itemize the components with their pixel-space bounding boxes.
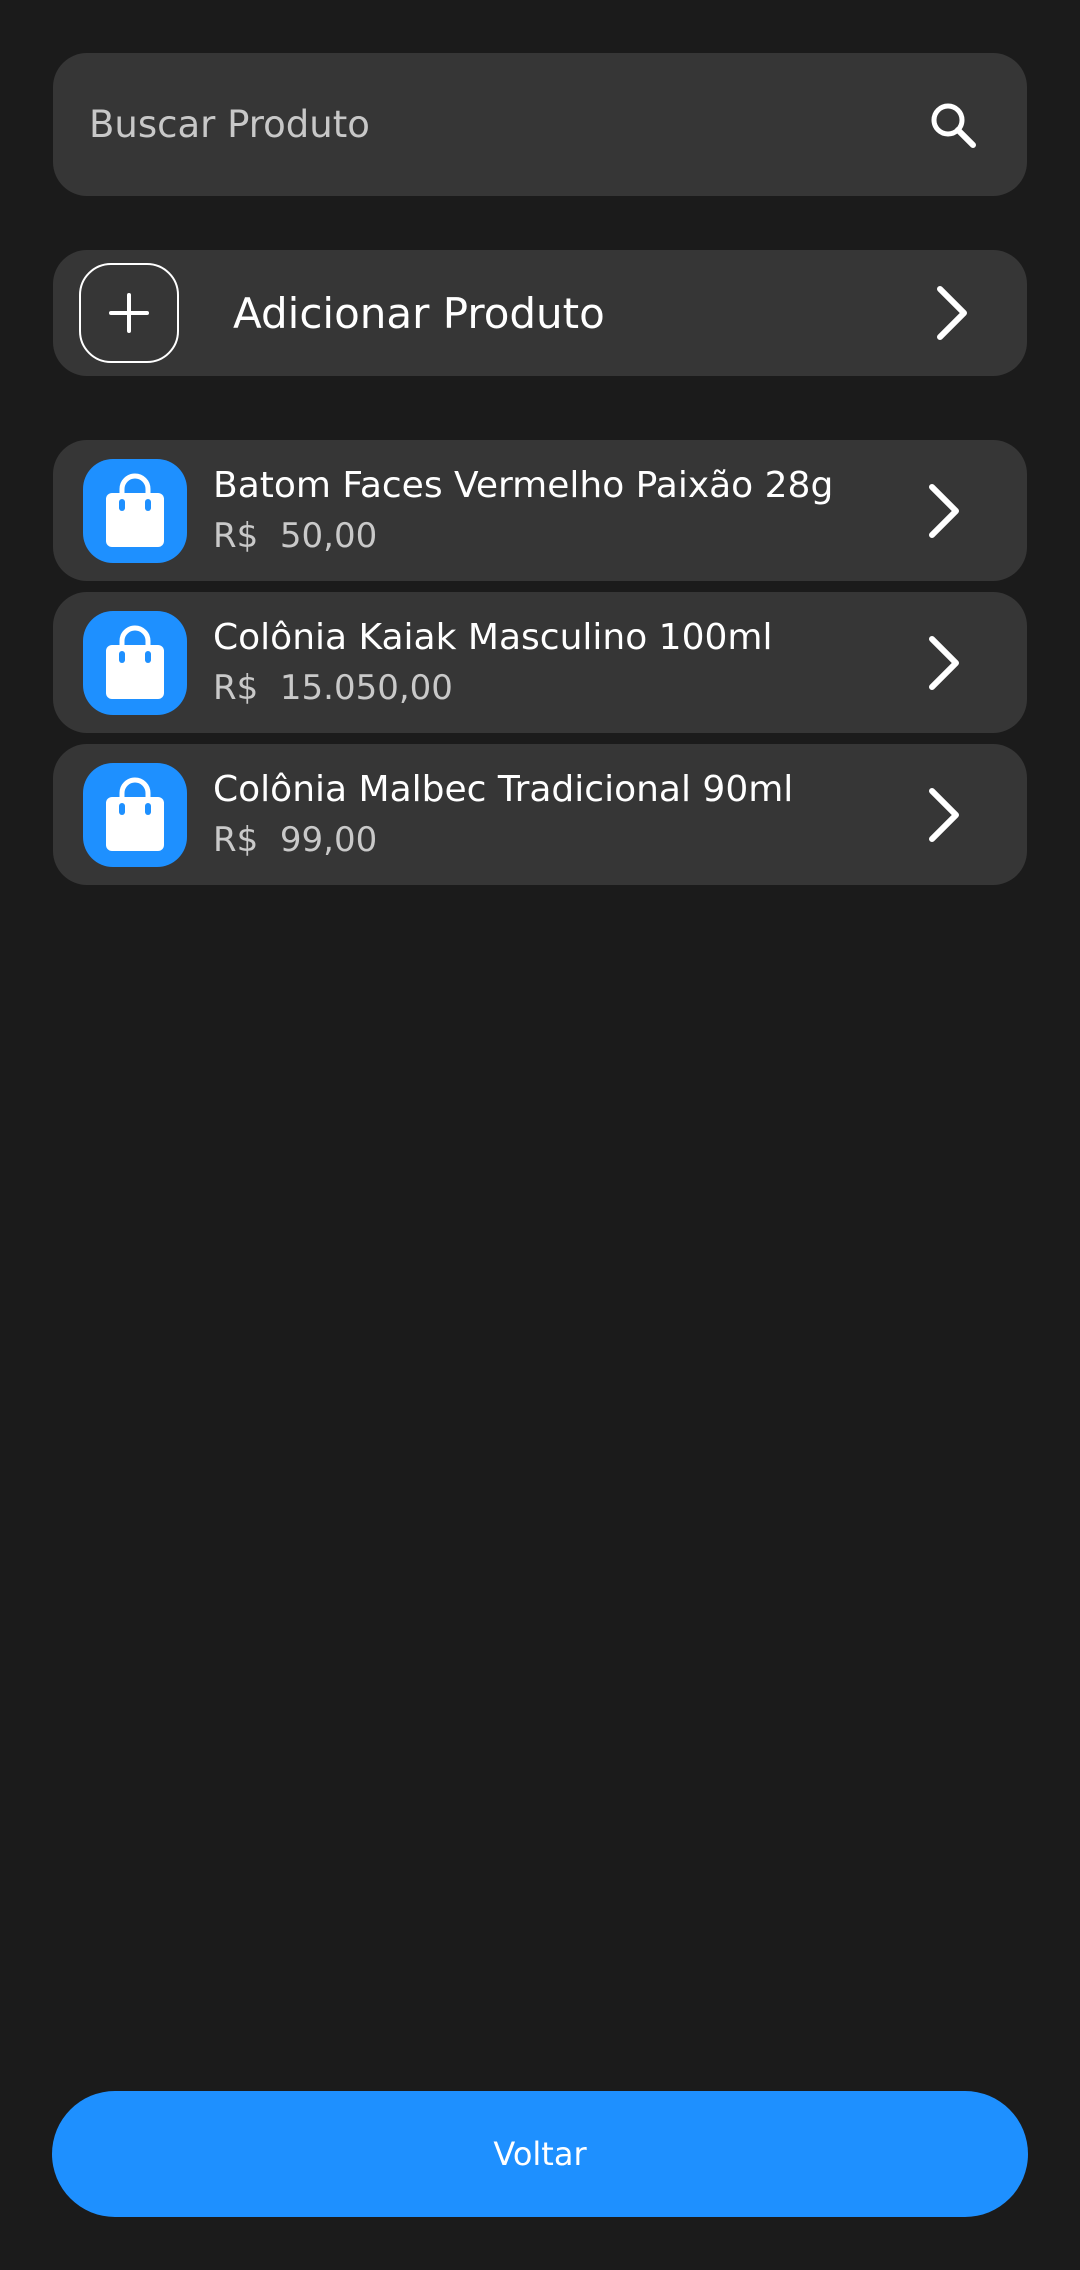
search-icon[interactable]	[923, 95, 983, 155]
product-text: Colônia Kaiak Masculino 100ml R$ 15.050,…	[213, 613, 919, 713]
add-product-label: Adicionar Produto	[233, 288, 605, 338]
chevron-right-icon	[919, 481, 969, 541]
plus-icon	[79, 263, 179, 363]
shopping-bag-icon	[83, 458, 187, 563]
product-name: Colônia Malbec Tradicional 90ml	[213, 768, 794, 810]
shopping-bag-icon	[83, 762, 187, 867]
product-list-screen: Adicionar Produto Batom Faces Vermelho P…	[0, 0, 1080, 2270]
chevron-right-icon	[919, 785, 969, 845]
product-price: R$ 15.050,00	[213, 667, 453, 708]
add-product-button[interactable]: Adicionar Produto	[53, 250, 1027, 376]
product-name: Batom Faces Vermelho Paixão 28g	[213, 464, 834, 506]
product-text: Colônia Malbec Tradicional 90ml R$ 99,00	[213, 765, 919, 865]
product-list-item[interactable]: Colônia Malbec Tradicional 90ml R$ 99,00	[53, 744, 1027, 885]
product-price: R$ 50,00	[213, 515, 378, 556]
chevron-right-icon	[927, 283, 977, 343]
product-list: Batom Faces Vermelho Paixão 28g R$ 50,00	[53, 440, 1027, 896]
product-price: R$ 99,00	[213, 819, 378, 860]
search-bar[interactable]	[53, 53, 1027, 196]
search-input[interactable]	[89, 53, 923, 196]
chevron-right-icon	[919, 633, 969, 693]
back-button[interactable]: Voltar	[52, 2091, 1028, 2217]
product-list-item[interactable]: Batom Faces Vermelho Paixão 28g R$ 50,00	[53, 440, 1027, 581]
shopping-bag-icon	[83, 610, 187, 715]
product-list-item[interactable]: Colônia Kaiak Masculino 100ml R$ 15.050,…	[53, 592, 1027, 733]
product-text: Batom Faces Vermelho Paixão 28g R$ 50,00	[213, 461, 919, 561]
product-name: Colônia Kaiak Masculino 100ml	[213, 616, 773, 658]
